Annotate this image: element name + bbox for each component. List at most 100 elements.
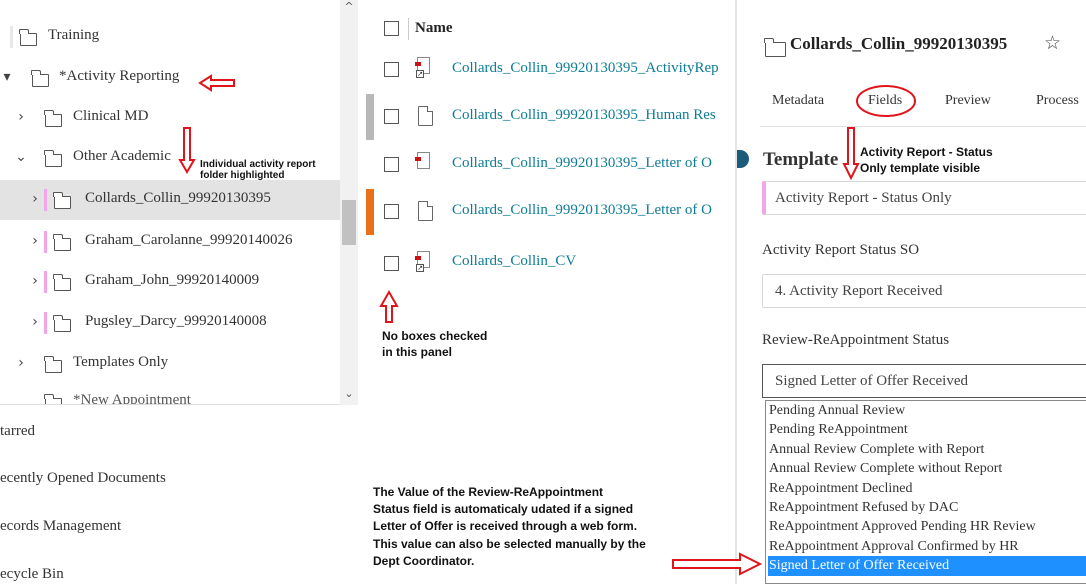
file-link[interactable]: Collards_Collin_CV <box>452 253 731 270</box>
tree-item-clinical-md[interactable]: › Clinical MD <box>0 98 340 138</box>
chevron-down-icon[interactable]: ▾ <box>0 69 14 85</box>
folder-icon <box>44 150 62 167</box>
status-field[interactable]: 4. Activity Report Received <box>762 274 1086 308</box>
dropdown-option[interactable]: ReAppointment Declined <box>768 479 1086 498</box>
tree-item-label: *New Appointment <box>73 392 191 404</box>
tree-item-accent <box>44 189 47 211</box>
tree-item-graham-carolanne[interactable]: › Graham_Carolanne_99920140026 <box>0 222 340 262</box>
tree-item-graham-john[interactable]: › Graham_John_99920140009 <box>0 262 340 302</box>
tree-item-accent <box>44 231 47 253</box>
tree-item-templates-only[interactable]: › Templates Only <box>0 344 340 384</box>
tree-item-label: *Activity Reporting <box>59 68 180 84</box>
annotation-line: Letter of Offer is received through a we… <box>373 519 638 534</box>
annotation-template-note: Activity Report - Status Only template v… <box>860 144 993 176</box>
tab-bar-divider <box>760 126 1086 127</box>
file-link[interactable]: Collards_Collin_99920130395_Human Res <box>452 107 731 124</box>
review-field-label: Review-ReAppointment Status <box>762 332 950 348</box>
annotation-line: Individual activity report <box>200 159 316 170</box>
file-checkbox[interactable] <box>384 204 399 219</box>
file-link[interactable]: Collards_Collin_99920130395_Letter of O <box>452 155 731 172</box>
chevron-right-icon[interactable]: › <box>28 273 42 289</box>
document-icon <box>418 200 434 221</box>
dropdown-option[interactable]: Pending Annual Review <box>768 401 1086 420</box>
tree-item-training[interactable]: Training <box>0 17 340 57</box>
nav-records-management[interactable]: ecords Management <box>0 518 121 535</box>
annotation-line: Only template visible <box>860 161 981 175</box>
chevron-right-icon[interactable]: › <box>14 109 28 125</box>
tree-item-collards-collin[interactable]: › Collards_Collin_99920130395 <box>0 180 340 220</box>
tree-item-accent <box>44 271 47 293</box>
chevron-right-icon[interactable]: › <box>28 233 42 249</box>
folder-icon <box>53 234 71 251</box>
dropdown-option[interactable]: ReAppointment Approval Confirmed by HR <box>768 537 1086 556</box>
column-divider <box>408 18 409 40</box>
tab-fields[interactable]: Fields <box>868 93 902 109</box>
dropdown-option[interactable]: Pending ReAppointment <box>768 420 1086 439</box>
file-checkbox[interactable] <box>384 256 399 271</box>
tab-metadata[interactable]: Metadata <box>772 93 824 109</box>
pdf-shortcut-icon: ↗ <box>415 57 431 79</box>
folder-icon <box>44 356 62 373</box>
chevron-right-icon[interactable]: › <box>28 314 42 330</box>
tree-item-label: Training <box>48 27 100 43</box>
folder-icon <box>19 29 37 46</box>
annotation-line: Dept Coordinator. <box>373 553 475 568</box>
document-icon <box>418 105 434 126</box>
tree-item-label: Pugsley_Darcy_99920140008 <box>85 313 267 329</box>
scroll-up-icon[interactable]: ^ <box>340 0 358 18</box>
dropdown-option[interactable]: ReAppointment Approved Pending HR Review <box>768 517 1086 536</box>
nav-starred[interactable]: tarred <box>0 423 35 440</box>
annotation-line: The Value of the Review-ReAppointment <box>373 485 604 499</box>
star-outline-icon[interactable]: ☆ <box>1044 32 1061 54</box>
annotation-line: folder highlighted <box>200 170 285 181</box>
file-link[interactable]: Collards_Collin_99920130395_ActivityRep <box>452 60 731 77</box>
dropdown-option-selected[interactable]: Signed Letter of Offer Received <box>768 556 1086 576</box>
tree-item-label: Graham_John_99920140009 <box>85 272 260 288</box>
dropdown-option[interactable]: Annual Review Complete with Report <box>768 440 1086 459</box>
pdf-icon <box>415 152 431 174</box>
tree-item-activity-reporting[interactable]: ▾ *Activity Reporting <box>0 58 340 98</box>
detail-title: Collards_Collin_99920130395 <box>790 34 1008 53</box>
nav-recycle-bin[interactable]: ecycle Bin <box>0 566 64 583</box>
chevron-down-icon[interactable]: ⌄ <box>14 149 28 165</box>
scroll-thumb[interactable] <box>342 200 356 245</box>
annotation-folder-note: Individual activity report folder highli… <box>200 159 316 181</box>
dropdown-option[interactable]: ReAppointment Refused by DAC <box>768 498 1086 517</box>
folder-icon <box>53 192 71 209</box>
row-status-marker <box>366 94 374 140</box>
chevron-right-icon[interactable]: › <box>14 355 28 371</box>
folder-icon <box>44 110 62 127</box>
scroll-down-icon[interactable]: ⌄ <box>340 387 358 405</box>
chevron-right-icon[interactable]: › <box>28 191 42 207</box>
annotation-value-note: The Value of the Review-ReAppointment St… <box>373 484 646 570</box>
tab-preview[interactable]: Preview <box>945 93 991 109</box>
template-field[interactable]: Activity Report - Status Only <box>762 181 1086 215</box>
select-all-checkbox[interactable] <box>384 21 399 36</box>
review-status-dropdown[interactable]: Pending Annual Review Pending ReAppointm… <box>765 400 1086 584</box>
tree-item-label: Templates Only <box>73 354 169 370</box>
file-checkbox[interactable] <box>384 109 399 124</box>
folder-icon <box>31 70 49 87</box>
nav-recently-opened[interactable]: ecently Opened Documents <box>0 470 166 487</box>
tree-item-pugsley-darcy[interactable]: › Pugsley_Darcy_99920140008 <box>0 303 340 343</box>
tree-scrollbar[interactable]: ^ ⌄ <box>340 0 358 405</box>
template-heading: Template <box>763 149 839 170</box>
dropdown-option[interactable]: Annual Review Complete without Report <box>768 459 1086 478</box>
tree-item-accent <box>44 312 47 334</box>
tree-item-label: Collards_Collin_99920130395 <box>85 190 271 206</box>
file-link[interactable]: Collards_Collin_99920130395_Letter of O <box>452 202 731 219</box>
annotation-line: Status field is automaticaly udated if a… <box>373 502 634 517</box>
tree-item-accent <box>10 26 13 48</box>
file-checkbox[interactable] <box>384 62 399 77</box>
row-status-marker <box>366 189 374 235</box>
review-status-select[interactable]: Signed Letter of Offer Received <box>762 364 1086 398</box>
status-field-label: Activity Report Status SO <box>762 242 920 258</box>
column-header-name[interactable]: Name <box>415 20 453 37</box>
tree-item-clipped[interactable]: *New Appointment <box>0 384 340 404</box>
file-checkbox[interactable] <box>384 157 399 172</box>
tree-item-label: Clinical MD <box>73 108 149 124</box>
tab-process[interactable]: Process <box>1036 93 1079 109</box>
annotation-line: No boxes checked <box>382 329 488 343</box>
folder-icon <box>53 315 71 332</box>
folder-tree-panel: Training ▾ *Activity Reporting › Clinica… <box>0 0 360 584</box>
